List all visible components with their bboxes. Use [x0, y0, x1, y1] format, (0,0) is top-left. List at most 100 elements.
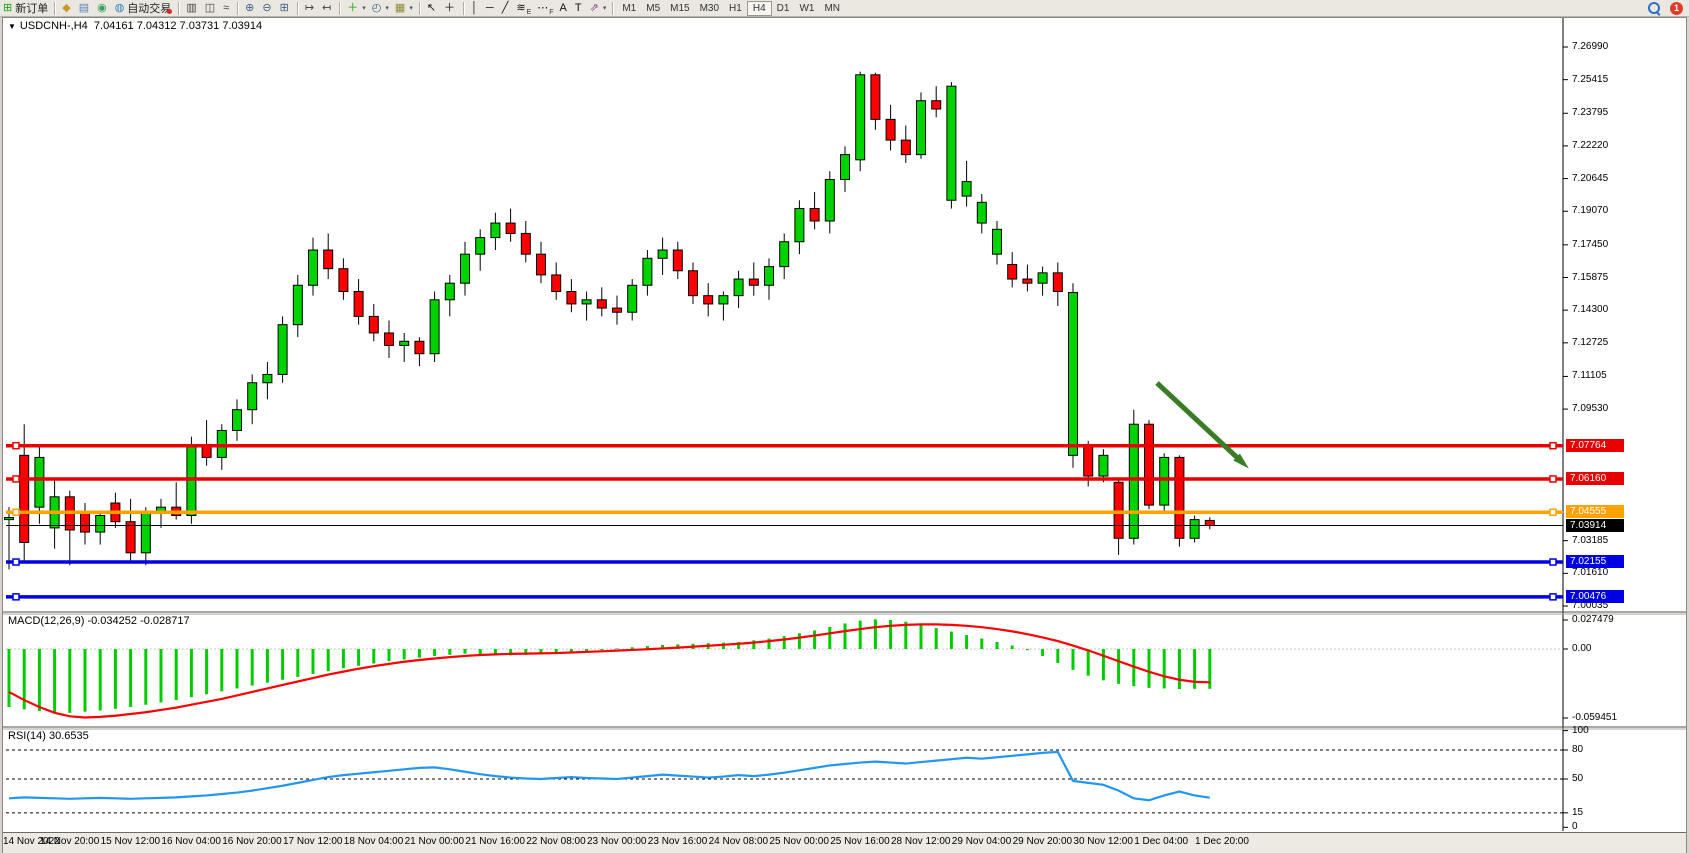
arrows-icon: ⇗ [590, 1, 599, 16]
candle-body [613, 308, 622, 312]
candle-body [1190, 520, 1199, 539]
zoom-out-button[interactable]: ⊖ [259, 1, 276, 16]
zoom-in-button[interactable]: ⊕ [242, 1, 259, 16]
search-handle [1656, 11, 1661, 16]
new-order-button[interactable]: ⊞新订单 [0, 1, 51, 16]
chevron-down-icon[interactable]: ▼ [8, 22, 16, 31]
date-label: 17 Nov 12:00 [283, 836, 343, 847]
fibonacci-button[interactable]: ≋E [513, 1, 534, 16]
toolbar-right-group: 1 [1648, 2, 1683, 15]
date-label: 14 Nov 20:00 [40, 836, 100, 847]
candle-body [96, 515, 105, 532]
trendline-button[interactable]: ╱ [499, 1, 514, 16]
templates-button[interactable]: ▦▾ [392, 1, 416, 16]
hline-handle[interactable] [1550, 509, 1556, 515]
dropdown-caret-icon: ▾ [362, 4, 366, 12]
hline-handle[interactable] [13, 443, 19, 449]
line-chart-icon: ≈ [223, 1, 229, 16]
timeframe-button-w1[interactable]: W1 [794, 1, 819, 16]
bar-chart-button[interactable]: ▥ [183, 1, 201, 16]
cursor-button[interactable]: ↖ [424, 1, 441, 16]
price-tick-label: 7.11105 [1572, 370, 1607, 381]
candlestick-button[interactable]: ◫ [202, 1, 220, 16]
price-badge-7.03914: 7.03914 [1566, 519, 1624, 532]
indicators-button[interactable]: ＋▾ [344, 1, 369, 16]
tile-windows-button[interactable]: ⊞ [277, 1, 294, 16]
trend-arrow[interactable] [1157, 383, 1243, 463]
candle-body [1023, 279, 1032, 283]
price-badge-7.07764: 7.07764 [1566, 439, 1624, 452]
candle-body [734, 279, 743, 296]
price-tick-label: 7.19070 [1572, 205, 1608, 216]
candle-body [430, 300, 439, 354]
hline-handle[interactable] [1550, 559, 1556, 565]
auto-scroll-button[interactable]: ↦ [302, 1, 319, 16]
hline-handle[interactable] [13, 509, 19, 515]
line-chart-button[interactable]: ≈ [220, 1, 234, 16]
candle-body [217, 430, 226, 457]
timeframe-button-h1[interactable]: H1 [724, 1, 747, 16]
candle-body [537, 254, 546, 275]
toolbar-separator [54, 2, 56, 15]
candle-body [20, 455, 29, 542]
hline-handle[interactable] [13, 476, 19, 482]
candle-body [1175, 457, 1184, 538]
horizontal-line-icon: ─ [486, 1, 494, 16]
date-label: 23 Nov 00:00 [587, 836, 647, 847]
timeframe-button-m15[interactable]: M15 [665, 1, 694, 16]
macd-axis-label: 0.00 [1572, 643, 1591, 654]
candle-body [780, 242, 789, 267]
vertical-line-button[interactable]: │ [468, 1, 483, 16]
date-label: 29 Nov 20:00 [1013, 836, 1073, 847]
bar-chart-icon: ▥ [186, 1, 196, 16]
search-icon[interactable] [1648, 2, 1660, 14]
hline-handle[interactable] [13, 559, 19, 565]
price-badge-7.04555: 7.04555 [1566, 505, 1624, 518]
timeframe-button-m1[interactable]: M1 [617, 1, 641, 16]
history-button[interactable]: ◆ [59, 1, 75, 16]
autotrade-button[interactable]: ◍自动交易 [112, 1, 176, 16]
timeframe-button-m30[interactable]: M30 [695, 1, 724, 16]
profiles-button[interactable]: ▤ [76, 1, 94, 16]
timeframe-button-mn[interactable]: MN [819, 1, 845, 16]
timeframe-button-d1[interactable]: D1 [772, 1, 795, 16]
fibo-expansion-button[interactable]: ⋯F [534, 1, 556, 16]
hline-handle[interactable] [13, 594, 19, 600]
candle-body [719, 296, 728, 304]
candle-body [248, 383, 257, 410]
hline-handle[interactable] [1550, 443, 1556, 449]
macd-indicator-label: MACD(12,26,9) -0.034252 -0.028717 [8, 615, 190, 627]
hline-handle[interactable] [1550, 476, 1556, 482]
profiles-icon: ▤ [79, 1, 89, 16]
price-tick-label: 7.23795 [1572, 107, 1608, 118]
arrows-button[interactable]: ⇗▾ [587, 1, 610, 16]
text-button[interactable]: A [557, 1, 572, 16]
periods-button[interactable]: ◴▾ [369, 1, 392, 16]
crosshair-button[interactable]: ＋ [441, 1, 460, 16]
fibo-f-icon: ⋯ [537, 1, 548, 16]
price-tick-label: 7.17450 [1572, 239, 1608, 250]
market-watch-button[interactable]: ◉ [94, 1, 112, 16]
date-label: 16 Nov 20:00 [222, 836, 282, 847]
candle-body [461, 254, 470, 283]
timeframe-button-m5[interactable]: M5 [641, 1, 665, 16]
candle-body [643, 258, 652, 285]
toolbar-separator [178, 2, 180, 15]
autotrade-button-label: 自动交易 [127, 0, 171, 16]
candle-body [1069, 293, 1078, 456]
text-label-icon: T [575, 1, 582, 16]
date-label: 30 Nov 12:00 [1073, 836, 1133, 847]
rsi-axis-label: 0 [1572, 821, 1578, 832]
chart-canvas[interactable] [0, 0, 1689, 853]
autotrade-icon: ◍ [115, 1, 125, 16]
chart-shift-button[interactable]: ↤ [319, 1, 336, 16]
hline-handle[interactable] [1550, 594, 1556, 600]
timeframe-button-h4[interactable]: H4 [747, 1, 772, 16]
text-label-button[interactable]: T [572, 1, 587, 16]
horizontal-line-button[interactable]: ─ [483, 1, 499, 16]
candle-body [5, 518, 14, 520]
price-tick-label: 7.12725 [1572, 337, 1608, 348]
candle-body [1145, 424, 1154, 505]
indicators-icon: ＋ [347, 1, 358, 16]
notification-badge[interactable]: 1 [1670, 2, 1683, 15]
